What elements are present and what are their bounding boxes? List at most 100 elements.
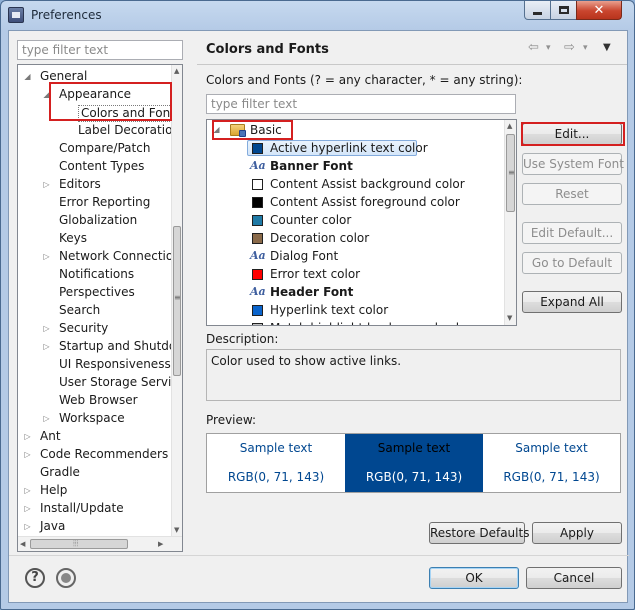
color-font-item[interactable]: Aa Banner Font [207, 157, 504, 175]
color-font-item[interactable]: Error text color [207, 265, 504, 283]
color-swatch-icon [252, 197, 263, 208]
record-macro-icon[interactable] [56, 568, 76, 588]
window-title: Preferences [31, 8, 102, 22]
preview-rgb-inverted: RGB(0, 71, 143) [345, 463, 483, 492]
scroll-left-icon[interactable]: ◀ [20, 540, 25, 548]
forward-menu-icon[interactable]: ▾ [583, 43, 588, 53]
color-font-item[interactable]: Aa Dialog Font [207, 247, 504, 265]
color-palette-badge-icon [239, 130, 246, 137]
tree-item-label: Startup and Shutdown [59, 339, 183, 353]
color-font-item-label: Header Font [270, 285, 354, 299]
tree-item-label: Notifications [59, 267, 135, 281]
preference-tree[interactable]: ▷ Java ▷ Install/Update ▷ Help Gradle ▷ Code Rec… [17, 64, 183, 552]
color-font-item[interactable]: Match highlight background color [207, 319, 504, 325]
grip-icon: ≡ [174, 293, 181, 302]
tree-horizontal-thumb[interactable]: ⦙⦙⦙ [30, 539, 128, 549]
preferences-window: Preferences ✕ type filter text ▷ Java ▷ Ins… [0, 0, 635, 610]
header-divider [197, 64, 627, 65]
title-bar[interactable]: Preferences ✕ [1, 1, 634, 31]
collapse-icon[interactable]: ◢ [42, 86, 51, 103]
left-filter-input[interactable]: type filter text [17, 40, 183, 60]
expand-icon[interactable]: ▷ [42, 338, 51, 355]
tree-item-label: Error Reporting [59, 195, 151, 209]
color-font-item-label: Active hyperlink text color [270, 141, 428, 155]
colors-and-fonts-tree[interactable]: ◢ Basic Active hyperlink text color Aa Ban… [206, 119, 517, 326]
close-button[interactable]: ✕ [576, 1, 622, 20]
edit-button[interactable]: Edit... [522, 123, 622, 145]
back-menu-icon[interactable]: ▾ [546, 43, 551, 53]
color-swatch-icon [252, 215, 263, 226]
tree-item-label: Web Browser [59, 393, 138, 407]
color-font-item-label: Content Assist background color [270, 177, 465, 191]
tree-vertical-thumb[interactable]: ≡ [173, 226, 181, 376]
tree-item-label: Gradle [40, 465, 80, 479]
maximize-button[interactable] [550, 1, 577, 20]
expand-icon[interactable]: ▷ [23, 482, 32, 499]
color-font-item[interactable]: Aa Header Font [207, 283, 504, 301]
colors-filter-input[interactable]: type filter text [206, 94, 516, 114]
color-font-item[interactable]: Counter color [207, 211, 504, 229]
reset-button[interactable]: Reset [522, 183, 622, 205]
colors-tree-thumb[interactable]: ≡ [506, 134, 515, 212]
cancel-button[interactable]: Cancel [526, 567, 622, 589]
minimize-button[interactable] [524, 1, 551, 20]
preview-label: Preview: [206, 413, 257, 427]
expand-all-button[interactable]: Expand All [522, 291, 622, 313]
forward-arrow-icon[interactable]: ⇨ [564, 40, 575, 55]
ok-button[interactable]: OK [429, 567, 519, 589]
color-font-item[interactable]: Hyperlink text color [207, 301, 504, 319]
preview-panel: Sample text Sample text Sample text RGB(… [206, 433, 621, 493]
color-font-item-label: Dialog Font [270, 249, 339, 263]
tree-vertical-scrollbar[interactable]: ▲ ≡ ▼ [171, 65, 182, 537]
scroll-up-icon[interactable]: ▲ [174, 67, 179, 75]
expand-icon[interactable]: ▷ [42, 248, 51, 265]
back-arrow-icon[interactable]: ⇦ [528, 40, 539, 55]
apply-button[interactable]: Apply [532, 522, 622, 544]
dialog-content: type filter text ▷ Java ▷ Install/Update ▷ He… [8, 30, 629, 603]
expand-icon[interactable]: ▷ [23, 500, 32, 517]
tree-item-label: Ant [40, 429, 61, 443]
view-menu-icon[interactable]: ▼ [603, 42, 611, 53]
scroll-right-icon[interactable]: ▶ [158, 540, 163, 548]
color-font-item[interactable]: Content Assist background color [207, 175, 504, 193]
expand-icon[interactable]: ▷ [42, 176, 51, 193]
color-font-item-label: Decoration color [270, 231, 370, 245]
page-navigation: ⇦ ▾ ⇨ ▾ ▼ [528, 40, 620, 58]
expand-icon[interactable]: ▷ [42, 320, 51, 337]
expand-icon[interactable]: ▷ [23, 428, 32, 445]
eclipse-window-icon [8, 7, 24, 23]
tree-item-label: Workspace [59, 411, 125, 425]
scroll-down-icon[interactable]: ▼ [507, 314, 512, 322]
use-system-font-button[interactable]: Use System Font [522, 153, 624, 175]
font-icon: Aa [250, 285, 266, 298]
grip-icon: ⦙⦙⦙ [73, 539, 79, 548]
restore-defaults-button[interactable]: Restore Defaults [429, 522, 529, 544]
collapse-icon[interactable]: ◢ [23, 68, 32, 85]
color-font-item-label: Match highlight background color [270, 319, 471, 325]
color-font-item[interactable]: Decoration color [207, 229, 504, 247]
collapse-icon[interactable]: ◢ [212, 121, 221, 139]
help-icon[interactable]: ? [25, 568, 45, 588]
preview-rgb-white: RGB(0, 71, 143) [503, 470, 600, 484]
go-to-default-button[interactable]: Go to Default [522, 252, 622, 274]
preview-sample-inverted: Sample text [345, 434, 483, 463]
expand-icon[interactable]: ▷ [42, 410, 51, 427]
description-label: Description: [206, 332, 279, 346]
expand-icon[interactable]: ▷ [23, 446, 32, 463]
scroll-down-icon[interactable]: ▼ [174, 526, 179, 534]
tree-item-label: Label Decorations [78, 123, 183, 137]
color-swatch-icon [252, 323, 263, 325]
minimize-icon [533, 11, 542, 15]
expand-icon[interactable]: ▷ [23, 518, 32, 535]
tree-horizontal-scrollbar[interactable]: ◀ ⦙⦙⦙ ▶ [18, 536, 182, 551]
preview-sample-normal: Sample text [239, 441, 313, 455]
edit-default-button[interactable]: Edit Default... [522, 222, 622, 244]
color-swatch-icon [252, 179, 263, 190]
tree-item-label: Appearance [59, 87, 132, 101]
scroll-up-icon[interactable]: ▲ [507, 122, 512, 130]
colors-tree-scrollbar[interactable]: ▲ ≡ ▼ [504, 120, 516, 325]
close-icon: ✕ [593, 2, 605, 18]
color-font-item[interactable]: Content Assist foreground color [207, 193, 504, 211]
color-font-item[interactable]: Active hyperlink text color [207, 139, 504, 157]
color-swatch-icon [252, 143, 263, 154]
